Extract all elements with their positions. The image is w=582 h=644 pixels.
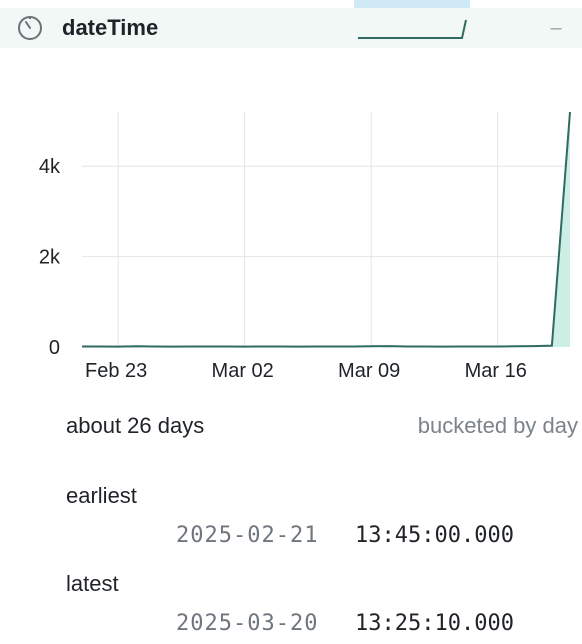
x-tick-label: Feb 23	[85, 360, 147, 382]
time-span-text: about 26 days	[66, 413, 205, 438]
y-tick-label: 0	[49, 337, 60, 359]
latest-date: 2025-03-20	[176, 611, 319, 636]
sparkline-line	[358, 19, 467, 39]
x-tick-label: Mar 09	[338, 360, 400, 382]
date-histogram-chart: 0 2k 4k Feb 23 Mar 02 Mar 09 Mar 16	[39, 111, 571, 382]
earliest-time: 13:45:00.000	[355, 523, 514, 548]
x-axis-labels: Feb 23 Mar 02 Mar 09 Mar 16	[85, 360, 527, 382]
series-line	[82, 111, 571, 348]
previous-card-edge	[0, 0, 582, 8]
previous-sparkline-highlight	[354, 0, 470, 8]
earliest-label: earliest	[66, 483, 137, 508]
chart-area-layer	[82, 111, 571, 348]
x-tick-label: Mar 02	[212, 360, 274, 382]
chart-grid	[82, 112, 570, 347]
x-tick-label: Mar 16	[465, 360, 527, 382]
series-area	[82, 112, 570, 347]
column-name: dateTime	[62, 15, 159, 40]
latest-label: latest	[66, 571, 119, 596]
y-axis-labels: 0 2k 4k	[39, 156, 61, 359]
header-sparkline	[358, 19, 467, 39]
clock-icon	[18, 16, 42, 40]
y-tick-label: 2k	[39, 247, 61, 269]
bucketing-text: bucketed by day	[417, 413, 578, 438]
earliest-date: 2025-02-21	[176, 523, 319, 548]
collapse-button[interactable]: –	[546, 8, 566, 48]
y-tick-label: 4k	[39, 156, 61, 178]
column-header[interactable]: dateTime –	[0, 8, 582, 48]
latest-time: 13:25:10.000	[355, 611, 514, 636]
